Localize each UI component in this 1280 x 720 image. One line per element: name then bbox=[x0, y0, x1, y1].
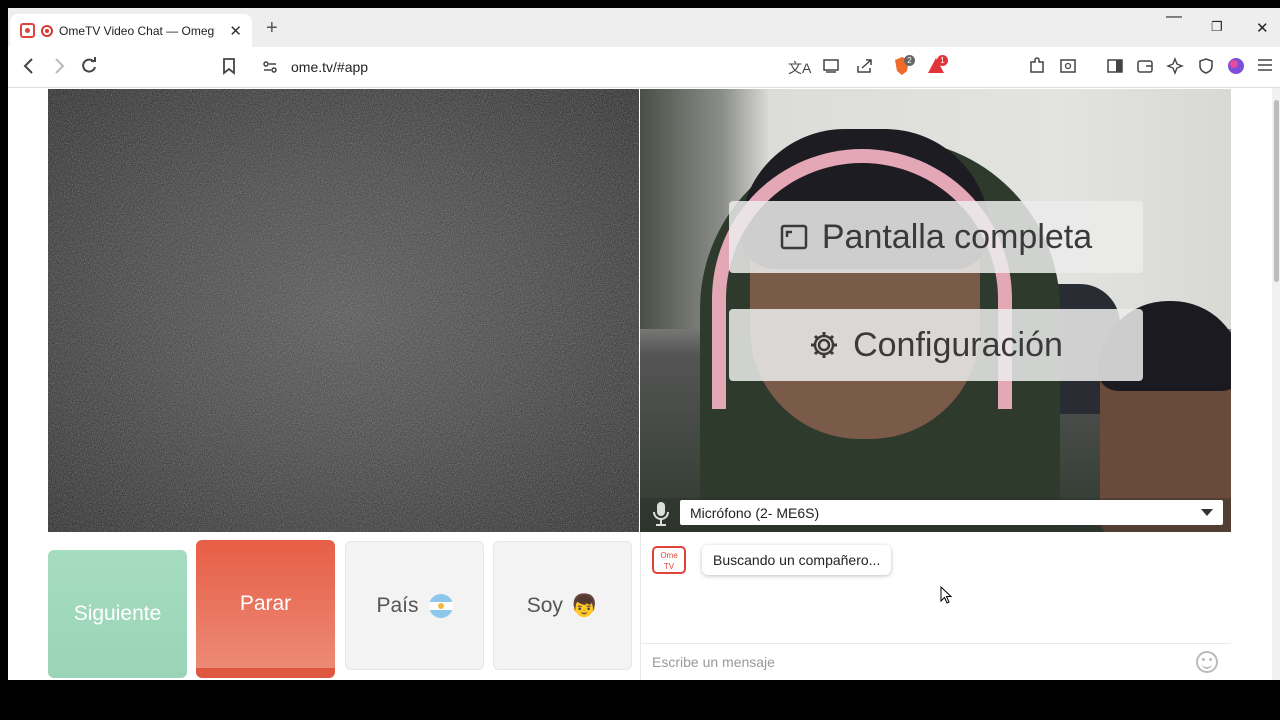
fullscreen-button[interactable]: Pantalla completa bbox=[729, 201, 1143, 273]
new-tab-button[interactable]: + bbox=[266, 17, 278, 40]
wallet-icon[interactable] bbox=[1136, 57, 1154, 80]
settings-label: Configuración bbox=[853, 325, 1063, 364]
recording-indicator-icon bbox=[41, 24, 53, 37]
settings-button[interactable]: Configuración bbox=[729, 309, 1143, 381]
site-settings-icon[interactable] bbox=[262, 59, 278, 80]
tab-search-icon[interactable] bbox=[1059, 57, 1077, 80]
static-noise bbox=[48, 89, 639, 532]
gender-button[interactable]: Soy 👦 bbox=[493, 541, 632, 670]
fullscreen-label: Pantalla completa bbox=[821, 217, 1093, 256]
mouse-cursor-icon bbox=[940, 585, 953, 609]
scrollbar-thumb[interactable] bbox=[1274, 100, 1279, 282]
restore-button[interactable]: ❐ bbox=[1211, 19, 1223, 35]
forward-icon[interactable] bbox=[52, 57, 66, 80]
menu-icon[interactable] bbox=[1257, 57, 1273, 78]
me-label: Soy bbox=[526, 593, 563, 617]
chevron-down-icon bbox=[1201, 509, 1213, 516]
microphone-icon bbox=[651, 501, 671, 532]
address-bar[interactable]: ome.tv/#app 文A 2 1 bbox=[254, 52, 954, 82]
browser-toolbar: ome.tv/#app 文A 2 1 bbox=[8, 47, 1280, 88]
microphone-selected-value: Micrófono (2- ME6S) bbox=[690, 505, 820, 521]
ometv-favicon-icon bbox=[20, 23, 35, 38]
screen: OmeTV Video Chat — Omegle ✕ + — ❐ ✕ ome.… bbox=[0, 0, 1280, 720]
fullscreen-icon bbox=[780, 224, 808, 250]
shields-count-badge: 2 bbox=[904, 55, 915, 66]
leo-ai-icon[interactable] bbox=[1166, 57, 1184, 80]
reload-icon[interactable] bbox=[80, 57, 98, 80]
bookmark-icon[interactable] bbox=[222, 57, 236, 80]
country-label: País bbox=[376, 593, 419, 617]
minimize-button[interactable]: — bbox=[1166, 8, 1182, 26]
next-button[interactable]: Siguiente bbox=[48, 550, 187, 678]
share-icon[interactable] bbox=[856, 58, 874, 79]
profile-icon[interactable] bbox=[1227, 57, 1245, 80]
message-input-placeholder: Escribe un mensaje bbox=[652, 654, 775, 670]
country-button[interactable]: País bbox=[345, 541, 484, 670]
ometv-logo-icon: Ome TV bbox=[652, 546, 686, 574]
status-message: Buscando un compañero... bbox=[702, 545, 892, 575]
tab-strip: OmeTV Video Chat — Omegle ✕ + bbox=[8, 8, 1280, 47]
rewards-count-badge: 1 bbox=[937, 55, 948, 66]
sidebar-icon[interactable] bbox=[1106, 57, 1124, 80]
tab-ometv[interactable]: OmeTV Video Chat — Omegle ✕ bbox=[10, 14, 252, 47]
back-icon[interactable] bbox=[22, 57, 36, 80]
extensions-icon[interactable] bbox=[1028, 57, 1046, 80]
stranger-video bbox=[48, 89, 639, 532]
stop-button[interactable]: Parar bbox=[196, 540, 335, 678]
vpn-icon[interactable] bbox=[1197, 57, 1215, 80]
window-close-button[interactable]: ✕ bbox=[1256, 19, 1269, 37]
boy-emoji-icon: 👦 bbox=[570, 592, 599, 618]
translate-icon[interactable]: 文A bbox=[788, 58, 811, 78]
argentina-flag-icon bbox=[428, 593, 453, 618]
tab-close-icon[interactable]: ✕ bbox=[229, 22, 242, 40]
cast-icon[interactable] bbox=[822, 58, 840, 79]
stop-label: Parar bbox=[239, 592, 292, 615]
microphone-select[interactable]: Micrófono (2- ME6S) bbox=[680, 500, 1223, 525]
tab-title: OmeTV Video Chat — Omegle bbox=[59, 23, 215, 38]
gear-icon bbox=[809, 330, 839, 360]
next-label: Siguiente bbox=[73, 602, 162, 625]
emoji-picker-icon[interactable] bbox=[1196, 651, 1218, 673]
url-text: ome.tv/#app bbox=[291, 59, 369, 75]
